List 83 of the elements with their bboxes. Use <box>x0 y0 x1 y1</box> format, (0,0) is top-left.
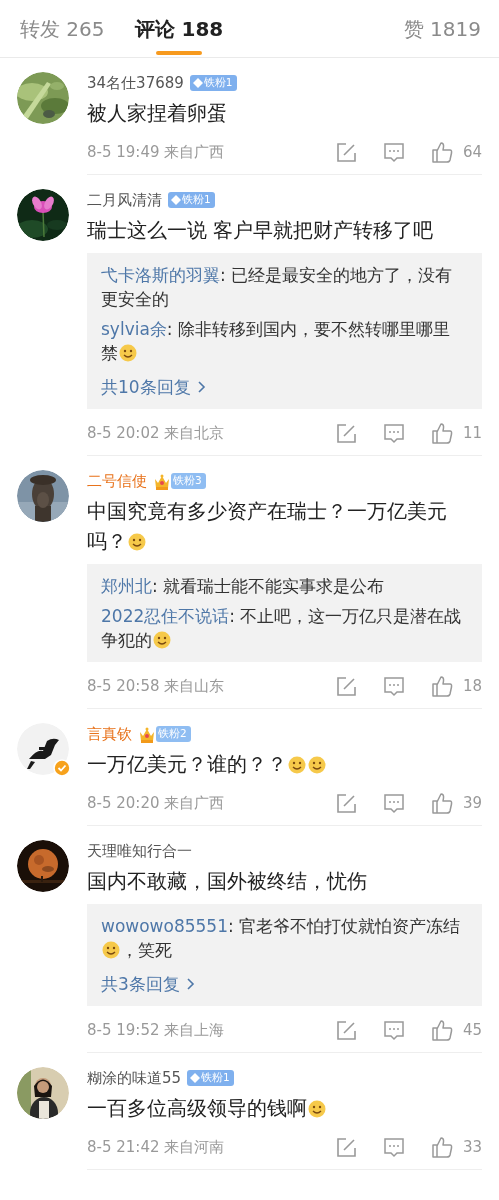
comment-time: 8-5 19:52 <box>87 1020 160 1039</box>
comment-time: 8-5 19:49 <box>87 142 160 161</box>
comment-location: 来自广西 <box>164 142 225 161</box>
comment-time: 8-5 21:42 <box>87 1137 160 1156</box>
username[interactable]: 言真钦 <box>87 724 132 744</box>
like-icon[interactable] <box>431 421 454 445</box>
comment-location: 来自上海 <box>164 1020 225 1039</box>
comment-location: 来自河南 <box>164 1137 225 1156</box>
tab[interactable]: 转发 265 <box>20 0 105 57</box>
more-replies-link[interactable]: 共10条回复 <box>101 375 206 399</box>
share-icon[interactable] <box>335 675 357 697</box>
comment-icon[interactable] <box>383 1019 405 1041</box>
reply-author[interactable]: sylvia余 <box>101 319 167 339</box>
reply-text: sylvia余: 除非转移到国内，要不然转哪里哪里禁 <box>101 318 451 365</box>
comment-location: 来自北京 <box>164 423 225 442</box>
comment-text: 中国究竟有多少资产在瑞士？一万亿美元吗？ <box>87 498 448 555</box>
tab[interactable]: 评论 188 <box>134 0 224 57</box>
emoji-icon <box>128 533 146 551</box>
reply-author[interactable]: 2022忍住不说话 <box>101 606 230 626</box>
like-count: 39 <box>461 794 482 812</box>
like-count: 64 <box>461 143 482 161</box>
emoji-icon <box>288 756 306 774</box>
verified-icon <box>53 759 71 777</box>
diamond-icon <box>192 78 203 88</box>
chevron-right-icon <box>185 978 195 990</box>
crown-icon <box>138 725 156 743</box>
share-icon[interactable] <box>335 792 357 814</box>
comment-text: 被人家捏着卵蛋 <box>87 100 228 127</box>
fan-level-label: 铁粉1 <box>201 1071 230 1085</box>
crown-icon <box>153 472 171 490</box>
fan-level-label: 铁粉3 <box>173 474 202 488</box>
comment-icon[interactable] <box>383 675 405 697</box>
comment-icon[interactable] <box>383 1136 405 1158</box>
comment-time: 8-5 20:58 <box>87 676 160 695</box>
like-icon[interactable] <box>431 140 454 164</box>
reply-text: 2022忍住不说话: 不止吧，这一万亿只是潜在战争犯的 <box>101 605 463 652</box>
share-icon[interactable] <box>335 1136 357 1158</box>
like-icon[interactable] <box>431 674 454 698</box>
like-count: 18 <box>461 677 482 695</box>
diamond-icon <box>171 195 181 205</box>
reply-author[interactable]: 弋卡洛斯的羽翼 <box>101 265 220 285</box>
emoji-icon <box>153 631 171 649</box>
diamond-icon <box>190 1073 201 1083</box>
emoji-icon <box>308 756 326 774</box>
emoji-icon <box>102 941 120 959</box>
fan-level-label: 铁粉1 <box>203 76 233 90</box>
username[interactable]: 糊涂的味道55 <box>87 1068 182 1088</box>
comment-text: 国内不敢藏，国外被终结，忧伤 <box>87 868 368 895</box>
comment-location: 来自广西 <box>164 793 225 812</box>
chevron-right-icon <box>196 381 206 393</box>
username[interactable]: 天理唯知行合一 <box>87 841 192 861</box>
share-icon[interactable] <box>335 1019 357 1041</box>
comment-text: 一百多位高级领导的钱啊 <box>87 1093 482 1123</box>
username[interactable]: 二号信使 <box>87 471 147 491</box>
like-count: 45 <box>461 1021 482 1039</box>
fan-level-label: 铁粉1 <box>182 193 211 207</box>
like-icon[interactable] <box>431 1135 454 1159</box>
tab[interactable]: 赞 1819 <box>403 0 481 57</box>
comment-text: 一万亿美元？谁的？？ <box>87 749 482 779</box>
emoji-icon <box>308 1100 326 1118</box>
like-icon[interactable] <box>431 1018 454 1042</box>
share-icon[interactable] <box>335 141 357 163</box>
comment-icon[interactable] <box>383 422 405 444</box>
more-replies-link[interactable]: 共3条回复 <box>101 972 195 996</box>
comment-icon[interactable] <box>383 792 405 814</box>
reply-author[interactable]: 郑州北 <box>101 576 152 596</box>
share-icon[interactable] <box>335 422 357 444</box>
reply-text: 弋卡洛斯的羽翼: 已经是最安全的地方了，没有更安全的 <box>101 264 454 311</box>
comment-location: 来自山东 <box>164 676 225 695</box>
reply-text: wowowo85551: 官老爷不怕打仗就怕资产冻结 ，笑死 <box>101 915 462 962</box>
username[interactable]: 34名仕37689 <box>87 73 184 93</box>
username[interactable]: 二月风清清 <box>87 190 162 210</box>
like-count: 11 <box>461 424 482 442</box>
emoji-icon <box>119 344 137 362</box>
like-count: 33 <box>461 1138 482 1156</box>
fan-level-label: 铁粉2 <box>158 727 187 741</box>
comment-time: 8-5 20:02 <box>87 423 160 442</box>
like-icon[interactable] <box>431 791 454 815</box>
comment-text: 瑞士这么一说 客户早就把财产转移了吧 <box>87 217 435 244</box>
comment-time: 8-5 20:20 <box>87 793 160 812</box>
reply-author[interactable]: wowowo85551 <box>101 916 228 936</box>
reply-text: 郑州北: 就看瑞士能不能实事求是公布 <box>101 575 386 598</box>
comment-icon[interactable] <box>383 141 405 163</box>
